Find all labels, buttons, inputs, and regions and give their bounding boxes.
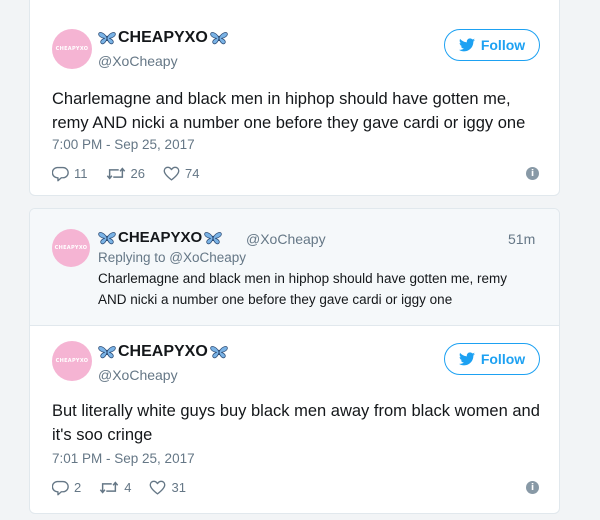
info-icon[interactable]: i: [526, 167, 539, 180]
butterfly-icon: [204, 231, 222, 245]
reply-button[interactable]: 2: [52, 479, 81, 496]
follow-label: Follow: [480, 37, 526, 53]
follow-button[interactable]: Follow: [444, 29, 540, 61]
reply-icon: [52, 165, 69, 182]
display-name-text: CHEAPYXO: [118, 229, 203, 246]
retweet-count: 26: [130, 166, 145, 181]
butterfly-icon: [98, 231, 116, 245]
reply-button[interactable]: 11: [52, 165, 88, 182]
avatar[interactable]: CHEAPYXO: [52, 229, 90, 267]
tweet-text: But literally white guys buy black men a…: [52, 399, 540, 447]
display-name-text: CHEAPYXO: [118, 29, 208, 46]
reply-text-line: Charlemagne and black men in hiphop shou…: [98, 271, 507, 286]
retweet-button[interactable]: 26: [106, 165, 145, 182]
retweet-button[interactable]: 4: [99, 479, 131, 496]
reply-age[interactable]: 51m: [508, 231, 535, 247]
user-handle[interactable]: @XoCheapy: [98, 53, 178, 69]
butterfly-icon: [98, 31, 116, 45]
heart-icon: [163, 165, 180, 182]
display-name[interactable]: CHEAPYXO: [98, 343, 228, 361]
tweet-card: CHEAPYXO CHEAPYXO @XoCheapy 51m Replying…: [29, 208, 560, 514]
like-button[interactable]: 74: [163, 165, 199, 182]
reply-icon: [52, 479, 69, 496]
user-handle[interactable]: @XoCheapy: [98, 367, 178, 383]
replying-to[interactable]: Replying to @XoCheapy: [98, 250, 246, 265]
display-name[interactable]: CHEAPYXO: [98, 229, 222, 246]
like-button[interactable]: 31: [149, 479, 186, 496]
like-count: 74: [184, 166, 200, 181]
avatar[interactable]: CHEAPYXO: [52, 341, 92, 381]
butterfly-icon: [98, 345, 116, 359]
tweet-text-line: it's soo cringe: [52, 426, 153, 444]
user-handle[interactable]: @XoCheapy: [246, 231, 326, 247]
avatar-label: CHEAPYXO: [54, 245, 88, 251]
tweet-actions: 2 4 31: [52, 479, 204, 496]
display-name-text: CHEAPYXO: [118, 343, 208, 360]
avatar[interactable]: CHEAPYXO: [52, 29, 92, 69]
reply-count: 11: [74, 166, 88, 181]
twitter-bird-icon: [459, 38, 475, 52]
reply-text: Charlemagne and black men in hiphop shou…: [98, 268, 507, 310]
tweet-text-line: Charlemagne and black men in hiphop shou…: [52, 90, 511, 108]
tweet-text: Charlemagne and black men in hiphop shou…: [52, 87, 525, 135]
tweet-actions: 11 26 74: [52, 165, 217, 182]
twitter-bird-icon: [459, 352, 475, 366]
follow-label: Follow: [480, 351, 526, 367]
like-count: 31: [171, 480, 186, 495]
tweet-text-line: remy AND nicki a number one before they …: [52, 114, 526, 132]
reply-text-line: AND nicki a number one before they gave …: [98, 292, 453, 307]
reply-count: 2: [74, 480, 82, 495]
tweet-text-line: But literally white guys buy black men a…: [52, 402, 540, 420]
heart-icon: [149, 479, 166, 496]
retweet-icon: [99, 479, 119, 496]
avatar-label: CHEAPYXO: [55, 46, 89, 52]
butterfly-icon: [210, 31, 228, 45]
display-name[interactable]: CHEAPYXO: [98, 29, 228, 47]
quoted-reply[interactable]: CHEAPYXO CHEAPYXO @XoCheapy 51m Replying…: [30, 209, 559, 326]
avatar-label: CHEAPYXO: [55, 358, 89, 364]
follow-button[interactable]: Follow: [444, 343, 540, 375]
tweet-timestamp[interactable]: 7:00 PM - Sep 25, 2017: [52, 137, 195, 152]
tweet-timestamp[interactable]: 7:01 PM - Sep 25, 2017: [52, 451, 195, 466]
retweet-count: 4: [124, 480, 132, 495]
tweet-card: CHEAPYXO CHEAPYXO @XoCheapy Follow Charl…: [29, 0, 560, 196]
info-icon[interactable]: i: [526, 481, 539, 494]
retweet-icon: [106, 165, 126, 182]
butterfly-icon: [210, 345, 228, 359]
